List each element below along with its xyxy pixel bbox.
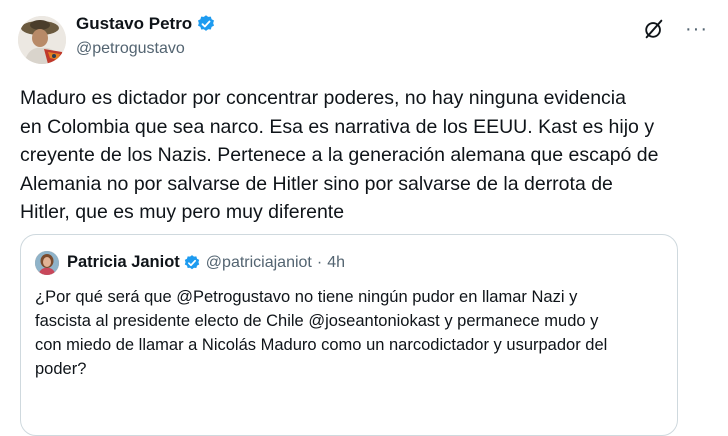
tweet-text-line: Alemania no por salvarse de Hitler sino …	[20, 172, 613, 195]
tweet: Gustavo Petro @petrogustavo ··· Maduro e…	[0, 0, 728, 436]
quoted-text-line: ¿Por qué será que @Petrogustavo no tiene…	[35, 288, 578, 306]
quoted-text-line: fascista al presidente electo de Chile @…	[35, 312, 599, 330]
author-avatar-image	[18, 16, 66, 64]
tweet-text-line: Maduro es dictador por concentrar podere…	[20, 87, 626, 109]
more-options-icon[interactable]: ···	[685, 19, 708, 39]
tweet-text: Maduro es dictador por concentrar podere…	[20, 84, 710, 227]
quoted-author-handle[interactable]: @patriciajaniot	[206, 254, 312, 272]
verified-badge-icon	[196, 14, 216, 34]
tweet-text-line: creyente de los Nazis. Pertenece a la ge…	[20, 144, 659, 166]
quoted-author-avatar[interactable]	[35, 251, 59, 275]
author-name-row: Gustavo Petro	[76, 14, 216, 34]
quoted-tweet-card[interactable]: Patricia Janiot @patriciajaniot · 4h ¿Po…	[20, 234, 678, 436]
quoted-tweet-text: ¿Por qué será que @Petrogustavo no tiene…	[35, 285, 671, 381]
separator-dot: ·	[316, 253, 323, 271]
author-handle[interactable]: @petrogustavo	[76, 40, 185, 58]
tweet-top-actions: ···	[643, 18, 708, 40]
quoted-text-line: poder?	[35, 360, 87, 378]
quoted-tweet-time[interactable]: 4h	[327, 254, 345, 272]
quoted-author-name[interactable]: Patricia Janiot	[67, 253, 180, 272]
quoted-author-avatar-image	[35, 251, 59, 275]
author-avatar[interactable]	[18, 16, 66, 64]
quoted-tweet-header: Patricia Janiot @patriciajaniot · 4h	[67, 253, 345, 272]
tweet-text-line: Hitler, que es muy pero muy diferente	[20, 201, 345, 223]
quoted-text-line: con miedo de llamar a Nicolás Maduro com…	[35, 336, 608, 354]
verified-badge-icon	[183, 254, 201, 272]
grok-icon[interactable]	[643, 18, 665, 40]
author-display-name[interactable]: Gustavo Petro	[76, 14, 192, 34]
tweet-text-line: en Colombia que sea narco. Esa es narrat…	[20, 115, 655, 138]
